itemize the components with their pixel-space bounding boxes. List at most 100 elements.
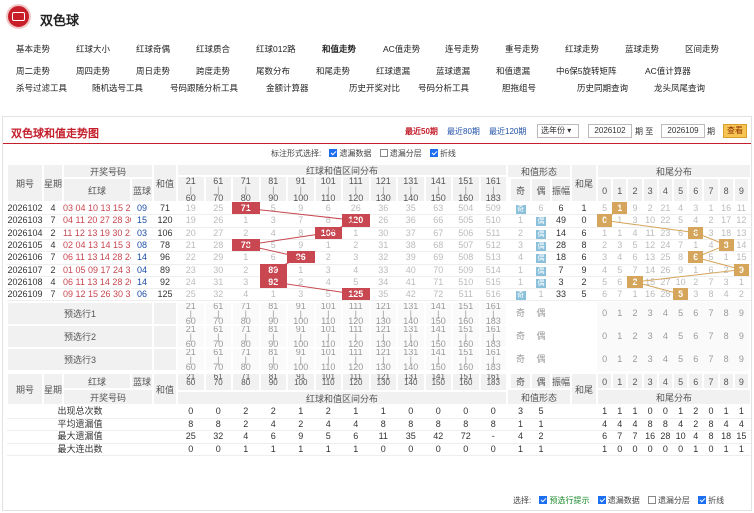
nav-link[interactable]: 基本走势 [16,43,50,55]
preselect-zone-cell[interactable]: 161 | 183 [479,325,507,349]
nav-link[interactable]: 和尾走势 [316,65,350,77]
preselect-zone-cell[interactable]: 131 | 140 [397,348,425,372]
nav-link[interactable]: 蓝球遗漏 [436,65,470,77]
preselect-zone-cell[interactable]: 131 | 140 [397,325,425,349]
preselect-tail-cell[interactable]: 0 [597,325,613,349]
preselect-tail-cell[interactable]: 3 [642,348,658,372]
preselect-zone-cell[interactable]: 91 | 100 [287,302,315,326]
nav-link[interactable]: 胆拖组号 [502,82,536,94]
preselect-tail-cell[interactable]: 5 [673,348,689,372]
preselect-tail-cell[interactable]: 6 [688,325,704,349]
preselect-tail-cell[interactable]: 1 [612,302,628,326]
preselect-zone-cell[interactable]: 81 | 90 [259,348,287,372]
preselect-tail-cell[interactable]: 7 [703,325,719,349]
view-button[interactable]: 查看 [723,124,747,138]
preselect-odd[interactable]: 奇 [510,302,531,325]
nav-link[interactable]: 红球走势 [565,43,599,55]
nav-link[interactable]: 金额计算器 [266,82,309,94]
nav-link[interactable]: 周二走势 [16,65,50,77]
recent-120-link[interactable]: 最近120期 [489,126,526,137]
preselect-tail-cell[interactable]: 9 [733,302,749,326]
nav-link[interactable]: 跨度走势 [196,65,230,77]
preselect-zone-cell[interactable]: 121 | 130 [369,302,397,326]
preselect-even[interactable]: 偶 [531,325,551,348]
preselect-tail-cell[interactable]: 0 [597,348,613,372]
preselect-zone-cell[interactable]: 111 | 120 [342,302,370,326]
nav-link[interactable]: AC值计算器 [645,65,691,77]
preselect-zone-cell[interactable]: 61 | 70 [204,348,232,372]
opt-missing-data-checkbox[interactable] [329,149,338,157]
preselect-zone-cell[interactable]: 161 | 183 [479,302,507,326]
preselect-tail-cell[interactable]: 1 [612,348,628,372]
preselect-zone-cell[interactable]: 91 | 100 [287,325,315,349]
preselect-tail-cell[interactable]: 8 [718,348,734,372]
nav-link[interactable]: 号码分析工具 [418,82,469,94]
footer-preselect-checkbox[interactable] [539,496,548,504]
preselect-tail-cell[interactable]: 0 [597,302,613,326]
preselect-zone-cell[interactable]: 71 | 80 [232,325,260,349]
preselect-zone-cell[interactable]: 91 | 100 [287,348,315,372]
preselect-tail-cell[interactable]: 7 [703,348,719,372]
preselect-tail-cell[interactable]: 2 [627,348,643,372]
preselect-tail-cell[interactable]: 5 [673,325,689,349]
nav-link[interactable]: 红球大小 [76,43,110,55]
preselect-zone-cell[interactable]: 151 | 160 [452,348,480,372]
preselect-zone-cell[interactable]: 141 | 150 [424,302,452,326]
preselect-tail-cell[interactable]: 6 [688,302,704,326]
nav-link[interactable]: 历史同期查询 [577,82,628,94]
nav-link[interactable]: 红球质合 [196,43,230,55]
footer-missing-layer-checkbox[interactable] [647,496,656,504]
nav-link[interactable]: 和值走势 [322,43,356,55]
preselect-zone-cell[interactable]: 71 | 80 [232,302,260,326]
nav-link[interactable]: 杀号过滤工具 [16,82,67,94]
opt-missing-layer-checkbox[interactable] [379,149,388,157]
preselect-tail-cell[interactable]: 4 [657,325,673,349]
nav-link[interactable]: AC值走势 [383,43,420,55]
preselect-zone-cell[interactable]: 81 | 90 [259,302,287,326]
preselect-zone-cell[interactable]: 81 | 90 [259,325,287,349]
nav-link[interactable]: 和值遗漏 [496,65,530,77]
preselect-zone-cell[interactable]: 141 | 150 [424,325,452,349]
preselect-zone-cell[interactable]: 101 | 110 [314,302,342,326]
preselect-tail-cell[interactable]: 2 [627,302,643,326]
preselect-zone-cell[interactable]: 61 | 70 [204,302,232,326]
nav-link[interactable]: 历史开奖对比 [349,82,400,94]
opt-polyline-checkbox[interactable] [429,149,438,157]
preselect-tail-cell[interactable]: 4 [657,302,673,326]
preselect-zone-cell[interactable]: 61 | 70 [204,325,232,349]
preselect-zone-cell[interactable]: 151 | 160 [452,302,480,326]
preselect-zone-cell[interactable]: 111 | 120 [342,325,370,349]
preselect-tail-cell[interactable]: 3 [642,302,658,326]
preselect-zone-cell[interactable]: 21 | 60 [177,325,205,349]
nav-link[interactable]: 蓝球走势 [625,43,659,55]
nav-link[interactable]: 周日走势 [136,65,170,77]
preselect-tail-cell[interactable]: 5 [673,302,689,326]
footer-polyline-checkbox[interactable] [698,496,707,504]
preselect-tail-cell[interactable]: 4 [657,348,673,372]
preselect-zone-cell[interactable]: 21 | 60 [177,302,205,326]
preselect-zone-cell[interactable]: 121 | 130 [369,325,397,349]
preselect-zone-cell[interactable]: 141 | 150 [424,348,452,372]
preselect-tail-cell[interactable]: 8 [718,325,734,349]
preselect-even[interactable]: 偶 [531,348,551,371]
preselect-zone-cell[interactable]: 71 | 80 [232,348,260,372]
nav-link[interactable]: 红球012路 [256,43,296,55]
nav-link[interactable]: 号码跟随分析工具 [170,82,238,94]
nav-link[interactable]: 红球遗漏 [376,65,410,77]
preselect-tail-cell[interactable]: 3 [642,325,658,349]
preselect-zone-cell[interactable]: 101 | 110 [314,348,342,372]
nav-link[interactable]: 区间走势 [685,43,719,55]
preselect-tail-cell[interactable]: 6 [688,348,704,372]
recent-80-link[interactable]: 最近80期 [447,126,480,137]
preselect-tail-cell[interactable]: 8 [718,302,734,326]
footer-missing-data-checkbox[interactable] [597,496,606,504]
preselect-zone-cell[interactable]: 161 | 183 [479,348,507,372]
nav-link[interactable]: 红球奇偶 [136,43,170,55]
nav-link[interactable]: 连号走势 [445,43,479,55]
preselect-odd[interactable]: 奇 [510,325,531,348]
preselect-zone-cell[interactable]: 101 | 110 [314,325,342,349]
preselect-zone-cell[interactable]: 111 | 120 [342,348,370,372]
nav-link[interactable]: 尾数分布 [256,65,290,77]
nav-link[interactable]: 中6保5旋转矩阵 [556,65,616,77]
preselect-tail-cell[interactable]: 7 [703,302,719,326]
